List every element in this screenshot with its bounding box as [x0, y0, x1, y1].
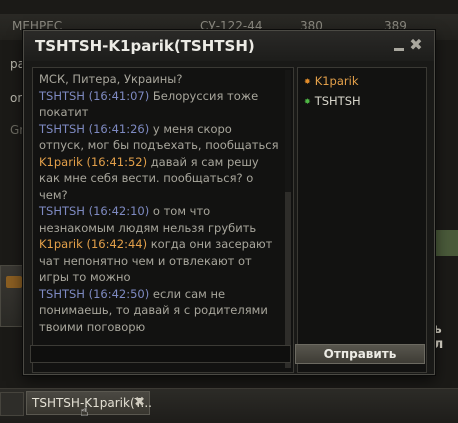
chat-message: K1parik (16:42:44) когда они засерают ча… — [39, 236, 279, 286]
close-icon[interactable]: ✖ — [408, 36, 424, 54]
minimize-icon[interactable] — [392, 39, 406, 53]
chat-message: K1parik (16:41:52) давай я сам решу как … — [39, 154, 279, 204]
message-sender: TSHTSH — [39, 204, 85, 218]
taskbar-button[interactable] — [0, 392, 24, 416]
chat-message: TSHTSH (16:41:26) у меня скоро отпуск, м… — [39, 121, 279, 154]
chat-dialog: TSHTSH-K1parik(TSHTSH) ✖ МСК, Питера, Ук… — [23, 30, 435, 375]
chat-message: TSHTSH (16:42:50) если сам не понимаешь,… — [39, 286, 279, 336]
message-time: (16:42:10) — [88, 204, 150, 218]
dialog-title: TSHTSH-K1parik(TSHTSH) — [35, 37, 255, 55]
dialog-title-bar[interactable]: TSHTSH-K1parik(TSHTSH) ✖ — [24, 31, 434, 61]
cursor-icon: ☝ — [80, 404, 89, 420]
chat-message: TSHTSH (16:42:10) о том что незнакомым л… — [39, 203, 279, 236]
message-text: МСК, Питера, Украины? — [39, 72, 183, 86]
background-icon — [6, 276, 22, 288]
scrollbar-thumb[interactable] — [285, 192, 291, 368]
close-tab-icon[interactable]: ✖ — [134, 395, 145, 410]
message-input[interactable] — [30, 345, 291, 363]
chat-message: TSHTSH (16:41:07) Белоруссия тоже покати… — [39, 88, 279, 121]
message-time: (16:42:44) — [86, 237, 148, 251]
chat-message: МСК, Питера, Украины? — [39, 71, 279, 88]
message-sender: TSHTSH — [39, 88, 85, 103]
status-dot-icon: ✸ — [304, 97, 311, 106]
participant-name: K1parik — [314, 74, 359, 88]
message-time: (16:41:52) — [86, 154, 148, 169]
message-list: МСК, Питера, Украины? TSHTSH (16:41:07) … — [39, 71, 279, 335]
participant-item[interactable]: ✸ TSHTSH — [304, 94, 361, 108]
send-button[interactable]: Отправить — [295, 344, 425, 364]
message-sender: K1parik — [39, 154, 83, 169]
messages-pane[interactable]: МСК, Питера, Украины? TSHTSH (16:41:07) … — [32, 67, 294, 373]
message-sender: K1parik — [39, 237, 83, 251]
message-time: (16:42:50) — [88, 286, 150, 301]
participant-name: TSHTSH — [314, 94, 361, 108]
message-time: (16:41:07) — [88, 88, 150, 103]
message-time: (16:41:26) — [88, 121, 150, 136]
participant-item[interactable]: ✸ K1parik — [304, 74, 359, 88]
participants-list: ✸ K1parik ✸ TSHTSH — [297, 67, 427, 373]
message-sender: TSHTSH — [39, 286, 85, 301]
messages-scrollbar[interactable] — [285, 70, 291, 368]
message-sender: TSHTSH — [39, 121, 85, 136]
status-dot-icon: ✸ — [304, 77, 311, 86]
